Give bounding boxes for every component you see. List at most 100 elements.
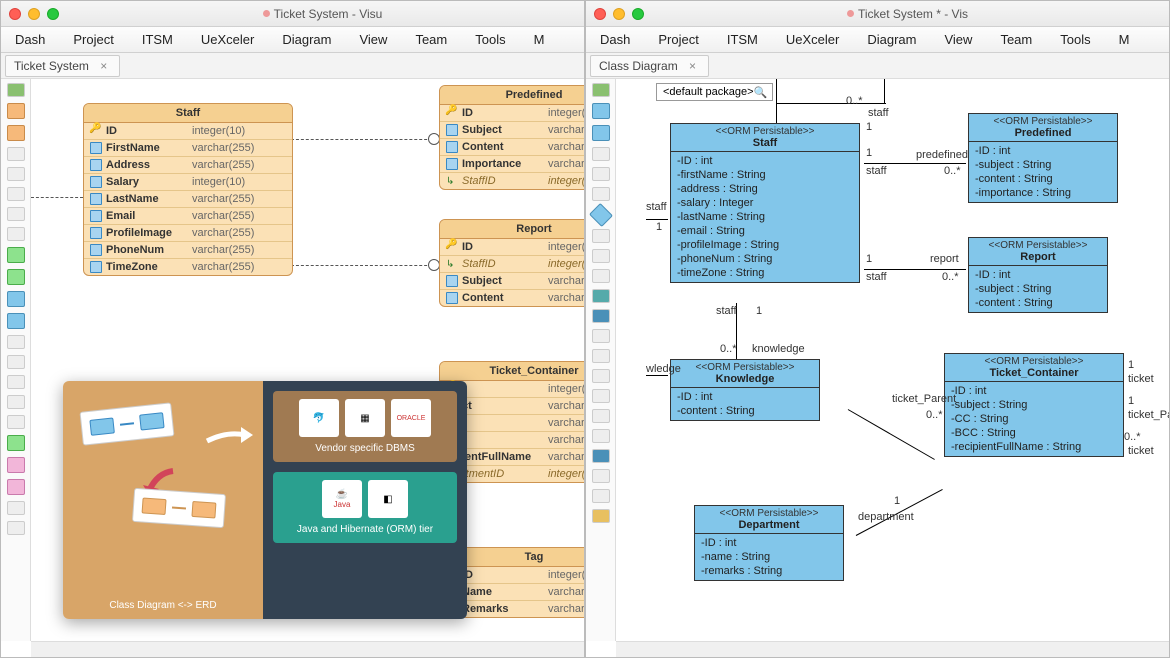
tool-icon[interactable] [592,349,610,363]
breadcrumb-item[interactable]: Class Diagram × [590,55,709,77]
db-icon: ▦ [345,399,385,437]
uml-class-knowledge[interactable]: <<ORM Persistable>>Knowledge -ID : int-c… [670,359,820,421]
breadcrumb-item[interactable]: Ticket System × [5,55,120,77]
menu-diagram[interactable]: Diagram [853,32,930,47]
erd-entity-report[interactable]: Report IDinteger(10) StaffIDinteger(10) … [439,219,584,307]
view-icon[interactable] [7,269,25,285]
popup-left-label: Class Diagram <-> ERD [63,600,263,611]
relation-icon[interactable] [7,227,25,241]
menu-more[interactable]: M [520,32,559,47]
close-icon[interactable] [9,8,21,20]
entity-icon[interactable] [7,125,25,141]
shape-icon[interactable] [592,449,610,463]
menu-dash[interactable]: Dash [586,32,644,47]
mult-label: 1 [1128,395,1134,407]
role-label: ticket [1128,373,1154,385]
tool-icon[interactable] [7,355,25,369]
uml-canvas[interactable]: <default package>🔍 <<ORM Persistable>>St… [616,79,1169,641]
hibernate-icon: ◧ [368,480,408,518]
menu-uexceler[interactable]: UeXceler [187,32,268,47]
menu-tools[interactable]: Tools [1046,32,1104,47]
relation-icon[interactable] [592,249,610,263]
dbms-label: Vendor specific DBMS [277,443,453,454]
view-icon[interactable] [7,247,25,263]
uml-class-predefined[interactable]: <<ORM Persistable>>Predefined -ID : int-… [968,113,1118,203]
relation-icon[interactable] [592,187,610,201]
proc-icon[interactable] [7,291,25,307]
menu-team[interactable]: Team [986,32,1046,47]
package-selector[interactable]: <default package>🔍 [656,83,773,101]
close-tab-icon[interactable]: × [100,59,107,73]
tool-icon[interactable] [7,395,25,409]
relation-icon[interactable] [592,167,610,181]
minimize-icon[interactable] [28,8,40,20]
tool-icon[interactable] [7,415,25,429]
menu-diagram[interactable]: Diagram [268,32,345,47]
tool-icon[interactable] [592,369,610,383]
entity-icon[interactable] [7,103,25,119]
note-icon[interactable] [7,479,25,495]
menu-project[interactable]: Project [644,32,712,47]
window-controls [9,8,59,20]
uml-class-report[interactable]: <<ORM Persistable>>Report -ID : int-subj… [968,237,1108,313]
mult-label: 1 [866,121,872,133]
uml-class-ticket[interactable]: <<ORM Persistable>>Ticket_Container -ID … [944,353,1124,457]
uml-class-staff[interactable]: <<ORM Persistable>>Staff -ID : int-first… [670,123,860,283]
menu-view[interactable]: View [930,32,986,47]
relation-icon[interactable] [7,147,25,161]
erd-canvas[interactable]: Staff IDinteger(10) FirstNamevarchar(255… [31,79,584,641]
close-icon[interactable] [594,8,606,20]
relation-icon[interactable] [7,187,25,201]
menu-itsm[interactable]: ITSM [713,32,772,47]
relation-icon[interactable] [592,229,610,243]
image-icon[interactable] [592,509,610,523]
shape-icon[interactable] [7,435,25,451]
relation-icon[interactable] [7,167,25,181]
tool-icon[interactable] [592,329,610,343]
zoom-icon[interactable] [47,8,59,20]
role-label: knowledge [752,343,805,355]
cursor-icon[interactable] [7,83,25,97]
menu-uexceler[interactable]: UeXceler [772,32,853,47]
zoom-icon[interactable] [632,8,644,20]
class-icon[interactable] [592,103,610,119]
tool-icon[interactable] [592,389,610,403]
close-tab-icon[interactable]: × [689,59,696,73]
class-icon[interactable] [592,125,610,141]
scrollbar[interactable] [616,641,1169,657]
menu-team[interactable]: Team [401,32,461,47]
menu-dash[interactable]: Dash [1,32,59,47]
minimize-icon[interactable] [613,8,625,20]
proc-icon[interactable] [7,313,25,329]
menu-view[interactable]: View [345,32,401,47]
tool-icon[interactable] [592,489,610,503]
diamond-icon[interactable] [588,203,612,227]
tool-icon[interactable] [7,501,25,515]
tool-icon[interactable] [592,269,610,283]
menu-itsm[interactable]: ITSM [128,32,187,47]
erd-entity-predefined[interactable]: Predefined IDinteger(10) Subjectvarchar(… [439,85,584,190]
menu-more[interactable]: M [1105,32,1144,47]
folder-icon[interactable] [592,309,610,323]
relation-icon[interactable] [592,147,610,161]
role-label: staff [716,305,737,317]
cursor-icon[interactable] [592,83,610,97]
db-icon: 🐬 [299,399,339,437]
tool-icon[interactable] [592,409,610,423]
column-icon [90,261,102,273]
tool-icon[interactable] [7,335,25,349]
menu-project[interactable]: Project [59,32,127,47]
cloud-icon[interactable] [592,289,610,303]
role-label: staff [866,165,887,177]
relation-icon[interactable] [7,207,25,221]
tool-icon[interactable] [7,521,25,535]
sync-popup: Class Diagram <-> ERD 🐬 ▦ ORACLE Vendor … [63,381,467,619]
tool-icon[interactable] [592,429,610,443]
scrollbar[interactable] [31,641,584,657]
menu-tools[interactable]: Tools [461,32,519,47]
tool-icon[interactable] [7,375,25,389]
tool-icon[interactable] [592,469,610,483]
note-icon[interactable] [7,457,25,473]
uml-class-department[interactable]: <<ORM Persistable>>Department -ID : int-… [694,505,844,581]
erd-entity-staff[interactable]: Staff IDinteger(10) FirstNamevarchar(255… [83,103,293,276]
